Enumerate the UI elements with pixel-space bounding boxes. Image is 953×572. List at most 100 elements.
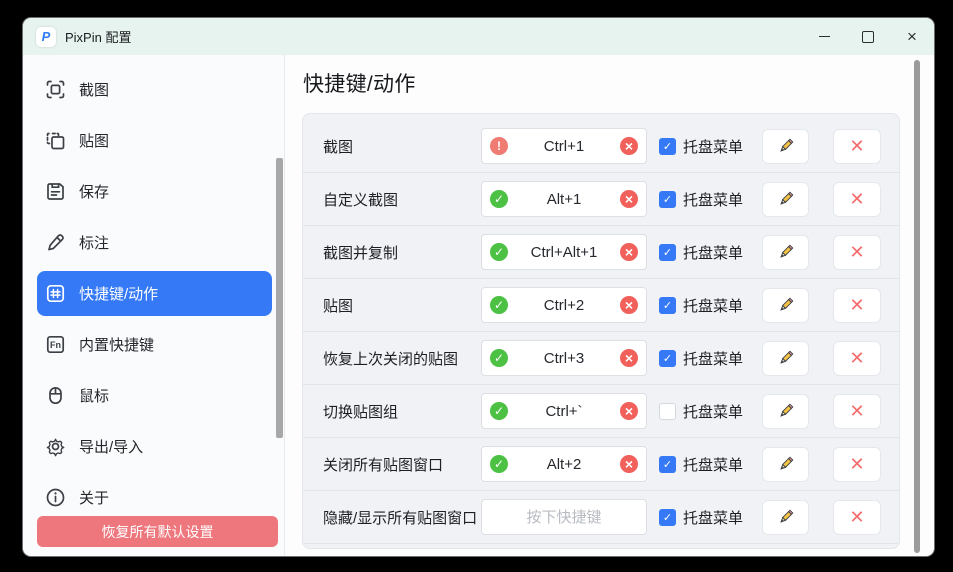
minimize-icon bbox=[819, 36, 830, 37]
pencil-icon bbox=[777, 402, 795, 420]
hotkey-icon bbox=[45, 283, 66, 304]
maximize-button[interactable] bbox=[846, 18, 890, 55]
delete-hotkey-button[interactable]: ✕ bbox=[833, 288, 881, 323]
edit-hotkey-button[interactable] bbox=[762, 500, 809, 535]
page-title: 快捷键/动作 bbox=[303, 68, 934, 98]
sidebar-item-label: 截图 bbox=[79, 79, 109, 100]
hotkey-row-label: 关闭所有贴图窗口 bbox=[323, 454, 481, 475]
sidebar-item-1[interactable]: 截图 bbox=[23, 64, 272, 115]
maximize-icon bbox=[862, 31, 874, 43]
tray-menu-checkbox[interactable]: ✓ bbox=[659, 350, 676, 367]
sidebar-item-5[interactable]: 快捷键/动作 bbox=[37, 271, 272, 316]
tray-menu-checkbox[interactable]: ✓ bbox=[659, 244, 676, 261]
sidebar-item-8[interactable]: 导出/导入 bbox=[23, 421, 272, 472]
hotkey-ok-icon: ✓ bbox=[490, 349, 508, 367]
tray-menu-checkbox[interactable]: ✓ bbox=[659, 456, 676, 473]
sidebar-item-3[interactable]: 保存 bbox=[23, 166, 272, 217]
tray-menu-label: 托盘菜单 bbox=[683, 454, 743, 475]
hotkey-field bbox=[481, 499, 647, 535]
delete-hotkey-button[interactable]: ✕ bbox=[833, 500, 881, 535]
delete-hotkey-button[interactable]: ✕ bbox=[833, 235, 881, 270]
tray-menu-option: ✓ 托盘菜单 bbox=[659, 348, 743, 369]
tray-menu-checkbox[interactable] bbox=[659, 403, 676, 420]
hotkey-row: 隐藏/显示所有贴图窗口 ✓ 托盘菜单 ✕ bbox=[303, 491, 899, 544]
delete-hotkey-button[interactable]: ✕ bbox=[833, 182, 881, 217]
clear-hotkey-icon[interactable]: × bbox=[620, 243, 638, 261]
hotkey-row: 贴图 ✓ × ✓ 托盘菜单 ✕ bbox=[303, 279, 899, 332]
screenshot-icon bbox=[45, 79, 66, 100]
edit-hotkey-button[interactable] bbox=[762, 394, 809, 429]
hotkey-field: ✓ × bbox=[481, 234, 647, 270]
pencil-icon bbox=[777, 508, 795, 526]
clear-hotkey-icon[interactable]: × bbox=[620, 349, 638, 367]
edit-hotkey-button[interactable] bbox=[762, 129, 809, 164]
hotkey-field: ✓ × bbox=[481, 181, 647, 217]
hotkey-ok-icon: ✓ bbox=[490, 243, 508, 261]
annotate-icon bbox=[45, 232, 66, 253]
delete-hotkey-button[interactable]: ✕ bbox=[833, 341, 881, 376]
sidebar-item-4[interactable]: 标注 bbox=[23, 217, 272, 268]
minimize-button[interactable] bbox=[802, 18, 846, 55]
svg-text:Fn: Fn bbox=[50, 340, 61, 350]
edit-hotkey-button[interactable] bbox=[762, 341, 809, 376]
tray-menu-label: 托盘菜单 bbox=[683, 507, 743, 528]
tray-menu-checkbox[interactable]: ✓ bbox=[659, 509, 676, 526]
hotkey-list: 截图 ! × ✓ 托盘菜单 ✕ 自定义截图 ✓ × bbox=[302, 113, 900, 549]
edit-hotkey-button[interactable] bbox=[762, 288, 809, 323]
tray-menu-checkbox[interactable]: ✓ bbox=[659, 297, 676, 314]
tray-menu-label: 托盘菜单 bbox=[683, 401, 743, 422]
edit-hotkey-button[interactable] bbox=[762, 235, 809, 270]
clear-hotkey-icon[interactable]: × bbox=[620, 137, 638, 155]
close-icon: × bbox=[907, 28, 917, 45]
tray-menu-option: ✓ 托盘菜单 bbox=[659, 189, 743, 210]
tray-menu-option: ✓ 托盘菜单 bbox=[659, 507, 743, 528]
tray-menu-label: 托盘菜单 bbox=[683, 136, 743, 157]
hotkey-row-label: 贴图 bbox=[323, 295, 481, 316]
tray-menu-checkbox[interactable]: ✓ bbox=[659, 191, 676, 208]
sidebar-scrollbar[interactable] bbox=[276, 158, 283, 438]
pixpin-logo-icon: P bbox=[36, 27, 56, 47]
hotkey-row-label: 截图 bbox=[323, 136, 481, 157]
hotkey-row: 截图并复制 ✓ × ✓ 托盘菜单 ✕ bbox=[303, 226, 899, 279]
delete-x-icon: ✕ bbox=[849, 190, 864, 208]
hotkey-conflict-icon: ! bbox=[490, 137, 508, 155]
clear-hotkey-icon[interactable]: × bbox=[620, 402, 638, 420]
tray-menu-option: ✓ 托盘菜单 bbox=[659, 242, 743, 263]
delete-hotkey-button[interactable]: ✕ bbox=[833, 394, 881, 429]
clear-hotkey-icon[interactable]: × bbox=[620, 296, 638, 314]
sidebar-item-2[interactable]: 贴图 bbox=[23, 115, 272, 166]
window-title: PixPin 配置 bbox=[65, 27, 131, 46]
delete-hotkey-button[interactable]: ✕ bbox=[833, 129, 881, 164]
hotkey-input[interactable] bbox=[482, 500, 646, 534]
edit-hotkey-button[interactable] bbox=[762, 447, 809, 482]
reset-defaults-button[interactable]: 恢复所有默认设置 bbox=[37, 516, 278, 547]
sidebar-item-6[interactable]: Fn 内置快捷键 bbox=[23, 319, 272, 370]
delete-hotkey-button[interactable]: ✕ bbox=[833, 447, 881, 482]
tray-menu-option: ✓ 托盘菜单 bbox=[659, 136, 743, 157]
clear-hotkey-icon[interactable]: × bbox=[620, 190, 638, 208]
tray-menu-checkbox[interactable]: ✓ bbox=[659, 138, 676, 155]
hotkey-row: 自定义截图 ✓ × ✓ 托盘菜单 ✕ bbox=[303, 173, 899, 226]
clear-hotkey-icon[interactable]: × bbox=[620, 455, 638, 473]
hotkey-field: ! × bbox=[481, 128, 647, 164]
sidebar-item-label: 鼠标 bbox=[79, 385, 109, 406]
pixpin-config-window: P PixPin 配置 × 截图 贴图 保存 标注 快捷键/动作 Fn 内置快捷… bbox=[23, 18, 934, 556]
tray-menu-label: 托盘菜单 bbox=[683, 348, 743, 369]
tray-menu-option: ✓ 托盘菜单 bbox=[659, 454, 743, 475]
tray-menu-label: 托盘菜单 bbox=[683, 189, 743, 210]
hotkey-row: 恢复上次关闭的贴图 ✓ × ✓ 托盘菜单 ✕ bbox=[303, 332, 899, 385]
pencil-icon bbox=[777, 455, 795, 473]
sidebar-item-7[interactable]: 鼠标 bbox=[23, 370, 272, 421]
close-button[interactable]: × bbox=[890, 18, 934, 55]
hotkey-ok-icon: ✓ bbox=[490, 455, 508, 473]
content-scrollbar[interactable] bbox=[914, 60, 920, 553]
mouse-icon bbox=[45, 385, 66, 406]
hotkey-row-label: 隐藏/显示所有贴图窗口 bbox=[323, 507, 481, 528]
hotkey-ok-icon: ✓ bbox=[490, 296, 508, 314]
edit-hotkey-button[interactable] bbox=[762, 182, 809, 217]
delete-x-icon: ✕ bbox=[849, 296, 864, 314]
pencil-icon bbox=[777, 137, 795, 155]
sidebar-item-label: 关于 bbox=[79, 487, 109, 508]
pencil-icon bbox=[777, 243, 795, 261]
tray-menu-option: 托盘菜单 bbox=[659, 401, 743, 422]
